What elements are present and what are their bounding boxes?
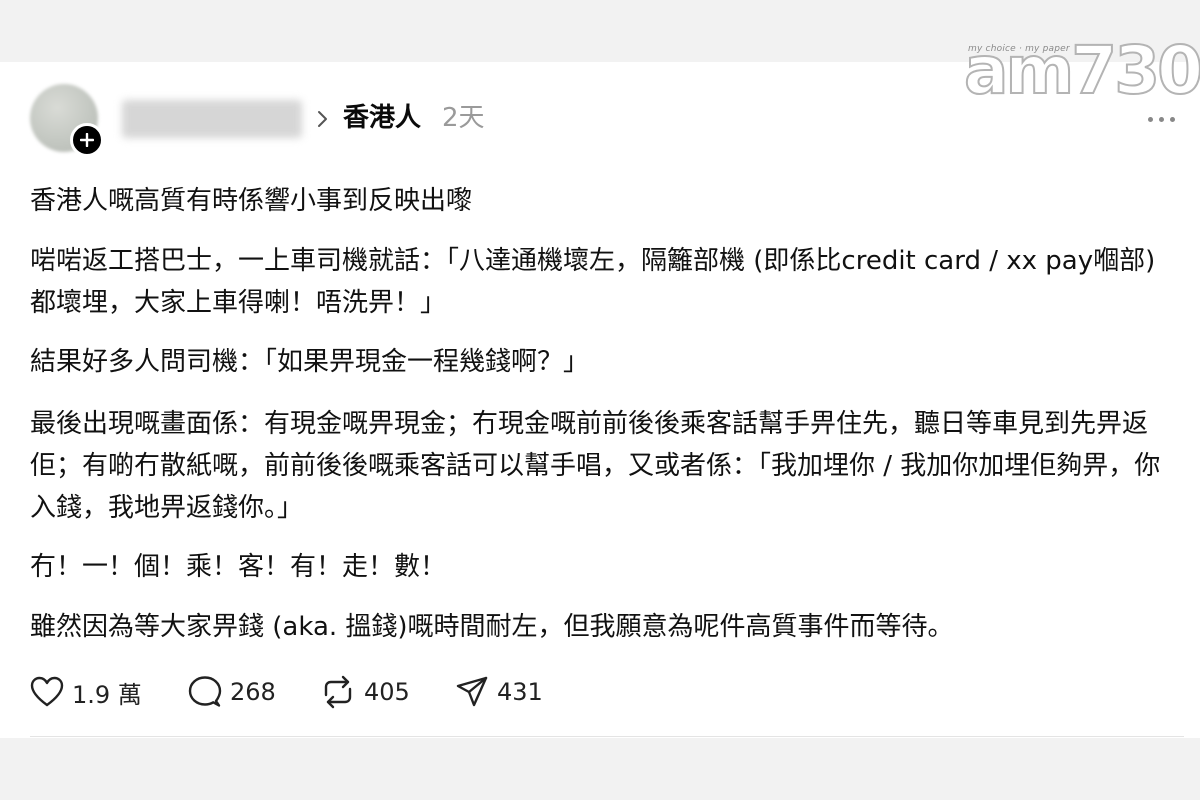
chevron-right-icon (318, 111, 327, 127)
comment-button[interactable]: 268 (188, 672, 276, 712)
like-count: 1.9 萬 (72, 680, 142, 709)
comment-count: 268 (230, 678, 276, 706)
post-time: 2天 (442, 103, 485, 133)
community-name[interactable]: 香港人 (343, 100, 421, 136)
follow-button[interactable] (70, 123, 104, 157)
post-paragraph: 香港人嘅高質有時係響小事到反映出嚟 (30, 186, 473, 216)
bottom-background (0, 738, 1200, 800)
share-count: 431 (497, 678, 543, 706)
post-paragraph: 冇！一！個！乘！客！有！走！數！ (30, 552, 447, 582)
username-blurred[interactable] (122, 100, 302, 138)
more-horizontal-icon[interactable] (1148, 112, 1180, 126)
share-button[interactable]: 431 (455, 672, 543, 712)
post-paragraph: 雖然因為等大家畀錢 (aka. 搵錢)嘅時間耐左，但我願意為呢件高質事件而等待。 (30, 612, 954, 642)
post-paragraph: 最後出現嘅畫面係：有現金嘅畀現金；冇現金嘅前前後後乘客話幫手畀住先，聽日等車見到… (30, 409, 1161, 523)
heart-icon (30, 676, 64, 707)
post-paragraph: 結果好多人問司機：「如果畀現金一程幾錢啊？」 (30, 347, 590, 377)
like-button[interactable]: 1.9 萬 (30, 672, 142, 712)
repost-button[interactable]: 405 (320, 672, 410, 712)
repost-icon (324, 675, 352, 709)
comment-icon (188, 676, 222, 707)
post-divider (30, 736, 1184, 737)
repost-count: 405 (364, 678, 410, 706)
plus-icon (80, 133, 94, 147)
post-paragraph: 啱啱返工搭巴士，一上車司機就話：「八達通機壞左，隔籬部機 (即係比credit … (30, 246, 1156, 318)
send-icon (456, 676, 488, 707)
logo-tagline: my choice · my paper (968, 44, 1070, 54)
